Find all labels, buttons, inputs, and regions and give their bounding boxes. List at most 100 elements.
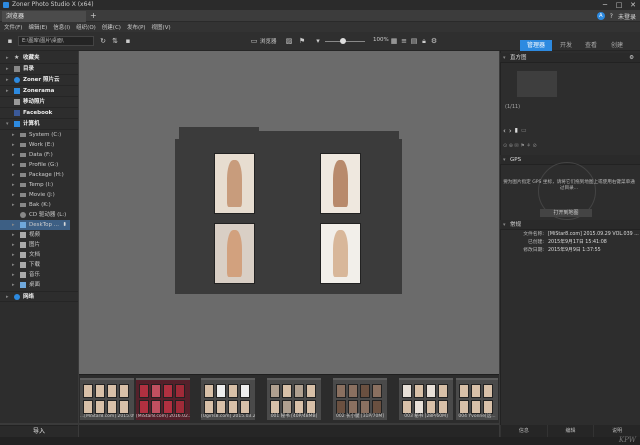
sidebar-item-favorites[interactable]: ▸ ★ 收藏夹 (0, 53, 78, 64)
menu-create[interactable]: 创建(C) (102, 23, 121, 31)
mode-manager[interactable]: 管理器 (520, 40, 552, 51)
mode-create[interactable]: 创建 (606, 40, 628, 51)
close-button[interactable]: ✕ (626, 0, 640, 10)
filmstrip-folder[interactable]: 003 秘书 [28P/60M] (399, 378, 453, 420)
sidebar-item-drive-l[interactable]: CD 驱动器 (L:) (0, 210, 78, 220)
settings-icon[interactable]: ⚙ (430, 37, 438, 45)
sidebar-item-drive-k[interactable]: ▸ Bak (K:) (0, 200, 78, 210)
path-field[interactable]: E:\图库\图片\桌面\ (18, 36, 94, 46)
minimize-button[interactable]: ─ (598, 0, 612, 10)
filmstrip-folder[interactable]: 004 Yvonne[远... (456, 378, 498, 420)
tool-icon[interactable]: ⊙ ⊕ ✉ ⚑ ⚘ ⊘ (503, 143, 537, 149)
sidebar-item-mobile[interactable]: 移动照片 (0, 97, 78, 108)
zoom-level: 100% (373, 37, 389, 43)
settings-icon[interactable]: ⚙ (629, 53, 634, 63)
menu-publish[interactable]: 发布(P) (127, 23, 146, 31)
sidebar-item-pictures[interactable]: ▸ 图片 (0, 240, 78, 250)
tab-info[interactable]: 信息 (500, 425, 547, 437)
folder-thumbnail[interactable] (320, 223, 361, 284)
watermark: KPW (618, 436, 636, 444)
rating-icon[interactable]: ▭ (521, 127, 527, 135)
flag-icon[interactable]: ⚑ (298, 37, 306, 45)
refresh-icon[interactable]: ↻ (99, 37, 107, 45)
chevron-updown-icon[interactable]: ⬍ (62, 220, 67, 230)
folder-thumbnail[interactable] (214, 153, 255, 214)
tab-edit[interactable]: 编辑 (546, 425, 594, 437)
new-tab-button[interactable]: + (90, 11, 97, 21)
avatar[interactable]: A (596, 12, 605, 20)
toolbar: ▪ E:\图库\图片\桌面\ ↻ ⇅ ▪ ▭ 浏览器 ▨ ⚑ ▾ 100% ▦ … (0, 32, 640, 51)
tab-bar: 浏览器 + A ? 未登录 (0, 10, 640, 22)
bottom-bar (0, 437, 640, 445)
sidebar-item-drive-c[interactable]: ▸ System (C:) (0, 130, 78, 140)
mode-view[interactable]: 查看 (580, 40, 602, 51)
filmstrip-folder[interactable]: ...[MiStar8.com] 2015.09.15 VOL... (80, 378, 134, 420)
delete-icon[interactable]: ▮ (515, 127, 518, 135)
image-icon[interactable]: ▨ (285, 37, 293, 45)
sidebar-item-facebook[interactable]: Facebook (0, 108, 78, 119)
sidebar-item-music[interactable]: ▸ 音乐 (0, 270, 78, 280)
sidebar-item-downloads[interactable]: ▸ 下载 (0, 260, 78, 270)
image-counter: (1/11) (505, 104, 521, 110)
status-bar (79, 425, 499, 437)
folder-icon[interactable]: ▪ (6, 37, 14, 45)
menu-info[interactable]: 信息(I) (53, 23, 70, 31)
filmstrip-folder[interactable]: [Ugirls8.com] 2015.03.21 NO... (201, 378, 255, 420)
lock-icon[interactable]: 🔒︎ (420, 37, 428, 45)
sidebar-item-catalog[interactable]: ▸ 目录 (0, 64, 78, 75)
maximize-button[interactable]: □ (612, 0, 626, 10)
help-icon[interactable]: ? (610, 13, 613, 20)
panel-tools-row: ⊙ ⊕ ✉ ⚑ ⚘ ⊘ (503, 143, 537, 149)
sidebar-item-drive-f[interactable]: ▸ Data (F:) (0, 150, 78, 160)
user-area: A ? 未登录 (596, 11, 636, 21)
details-view-icon[interactable]: ▤ (410, 37, 418, 45)
folder-thumbnail[interactable] (214, 223, 255, 284)
filmstrip-folder[interactable]: 002 长小腿 [31P/70M] (333, 378, 387, 420)
navigator-sidebar: ▸ ★ 收藏夹 ▸ 目录 ▸ Zoner 照片云 ▸ Zonerama 移动照片 Face… (0, 51, 78, 423)
sidebar-item-documents[interactable]: ▸ 文档 (0, 250, 78, 260)
tab-browser[interactable]: 浏览器 (2, 11, 86, 22)
properties-header[interactable]: ▾ 常规 (500, 220, 640, 230)
mode-develop[interactable]: 开发 (555, 40, 577, 51)
zoom-slider-handle[interactable] (340, 38, 346, 44)
import-button[interactable]: 导入 (0, 425, 78, 437)
grid-view-icon[interactable]: ▦ (390, 37, 398, 45)
histogram-header[interactable]: ▾ 直方图 ⚙ (500, 53, 640, 63)
view-icon[interactable]: ▭ (250, 37, 258, 45)
filmstrip-caption: 001 秘书 [40P/48MB] (270, 414, 318, 419)
sidebar-item-computer[interactable]: ▾ 计算机 (0, 119, 78, 130)
filmstrip-folder[interactable]: [MiStar8.com] 2016.02.22 VOL... (136, 378, 190, 420)
user-name[interactable]: 未登录 (618, 12, 636, 21)
sidebar-item-zonerama[interactable]: ▸ Zonerama (0, 86, 78, 97)
histogram-graph (517, 71, 557, 97)
menu-edit[interactable]: 编辑(E) (28, 23, 47, 31)
sidebar-item-videos[interactable]: ▸ 视频 (0, 230, 78, 240)
filmstrip-folder[interactable]: 001 秘书 [40P/48MB] (267, 378, 321, 420)
folder-preview[interactable] (175, 139, 402, 294)
filter-icon[interactable]: ▾ (314, 37, 322, 45)
menu-file[interactable]: 文件(F) (4, 23, 22, 31)
sidebar-item-zoner-cloud[interactable]: ▸ Zoner 照片云 (0, 75, 78, 86)
sidebar-item-drive-e[interactable]: ▸ Work (E:) (0, 140, 78, 150)
new-folder-icon[interactable]: ▪ (124, 37, 132, 45)
menu-organize[interactable]: 组织(O) (76, 23, 96, 31)
sidebar-item-network[interactable]: ▸ 网络 (0, 291, 78, 302)
sidebar-item-drive-g[interactable]: ▸ Profile (G:) (0, 160, 78, 170)
property-row: 修改日期: 2015年9月9日 1:37:55 (523, 248, 601, 253)
sort-icon[interactable]: ⇅ (111, 37, 119, 45)
prev-icon[interactable]: ‹ (503, 127, 506, 135)
filmstrip-caption: 003 秘书 [28P/60M] (404, 414, 448, 419)
filmstrip-caption: ...[MiStar8.com] 2015.09.15 VOL... (80, 414, 134, 419)
sidebar-item-drive-i[interactable]: ▸ Temp (I:) (0, 180, 78, 190)
folder-thumbnail[interactable] (320, 153, 361, 214)
menu-view[interactable]: 视图(V) (152, 23, 171, 31)
view-label[interactable]: 浏览器 (260, 37, 277, 45)
next-icon[interactable]: › (509, 127, 512, 135)
sidebar-item-drive-h[interactable]: ▸ Package (H:) (0, 170, 78, 180)
filmstrip-caption: 004 Yvonne[远... (458, 414, 496, 419)
sidebar-item-desktop-folder[interactable]: ▸ 桌面 (0, 280, 78, 290)
sidebar-item-drive-j[interactable]: ▸ Movie (J:) (0, 190, 78, 200)
list-view-icon[interactable]: ≡ (400, 37, 408, 45)
sidebar-item-desktop[interactable]: ▸ DeskTop ... ⬍ (0, 220, 70, 230)
open-map-button[interactable]: 打开到地图 (540, 209, 592, 217)
